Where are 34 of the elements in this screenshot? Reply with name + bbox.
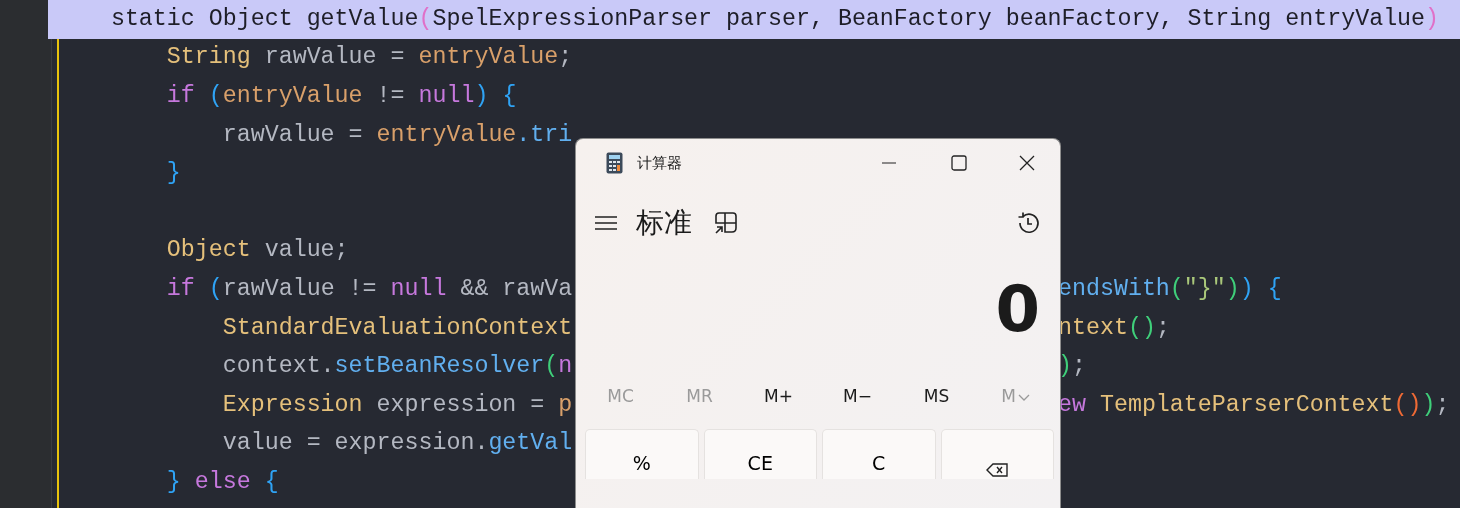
code-line: ); (1058, 352, 1086, 382)
calculator-icon (606, 152, 623, 174)
display-value: 0 (995, 271, 1040, 348)
minimize-icon (882, 162, 896, 164)
code-line: } else { (166, 467, 279, 497)
backspace-icon (986, 463, 1009, 477)
memory-button[interactable]: M+ (739, 377, 818, 417)
code-line: context.setBeanResolver(n (222, 352, 573, 382)
window-title: 计算器 (637, 152, 682, 174)
calculator-key[interactable]: % (585, 429, 699, 479)
code-line: String rawValue = entryValue; (166, 43, 573, 73)
calculator-key[interactable]: CE (703, 429, 817, 479)
history-icon (1016, 210, 1042, 236)
code-line: static Object getValue(SpelExpressionParser parser, BeanFactory beanFactory, String entryValue) (110, 4, 1440, 34)
mode-title: 标准 (636, 205, 692, 241)
code-line: if (entryValue != null) { (166, 82, 517, 111)
code-line: value = expression.getVal (222, 429, 573, 459)
memory-button[interactable]: MS (897, 377, 976, 417)
code-line: if (rawValue != null && rawVa (166, 275, 573, 304)
code-line: rawValue = entryValue.tri (222, 120, 573, 150)
close-icon (1019, 155, 1035, 171)
code-line: ntext(); (1058, 313, 1170, 343)
window-arrow-icon (714, 211, 738, 235)
menu-icon (594, 215, 618, 231)
chevron-icon (1017, 393, 1030, 401)
code-line: Object value; (166, 236, 349, 266)
memory-button[interactable]: M− (818, 377, 897, 417)
code-line: StandardEvaluationContext (222, 313, 573, 343)
code-line: Expression expression = p (222, 390, 573, 420)
code-line: endsWith("}")) { (1058, 275, 1282, 304)
backspace-button[interactable] (940, 429, 1054, 479)
maximize-icon (951, 155, 967, 171)
code-line: } (166, 159, 181, 189)
calculator-key[interactable]: C (822, 429, 936, 479)
